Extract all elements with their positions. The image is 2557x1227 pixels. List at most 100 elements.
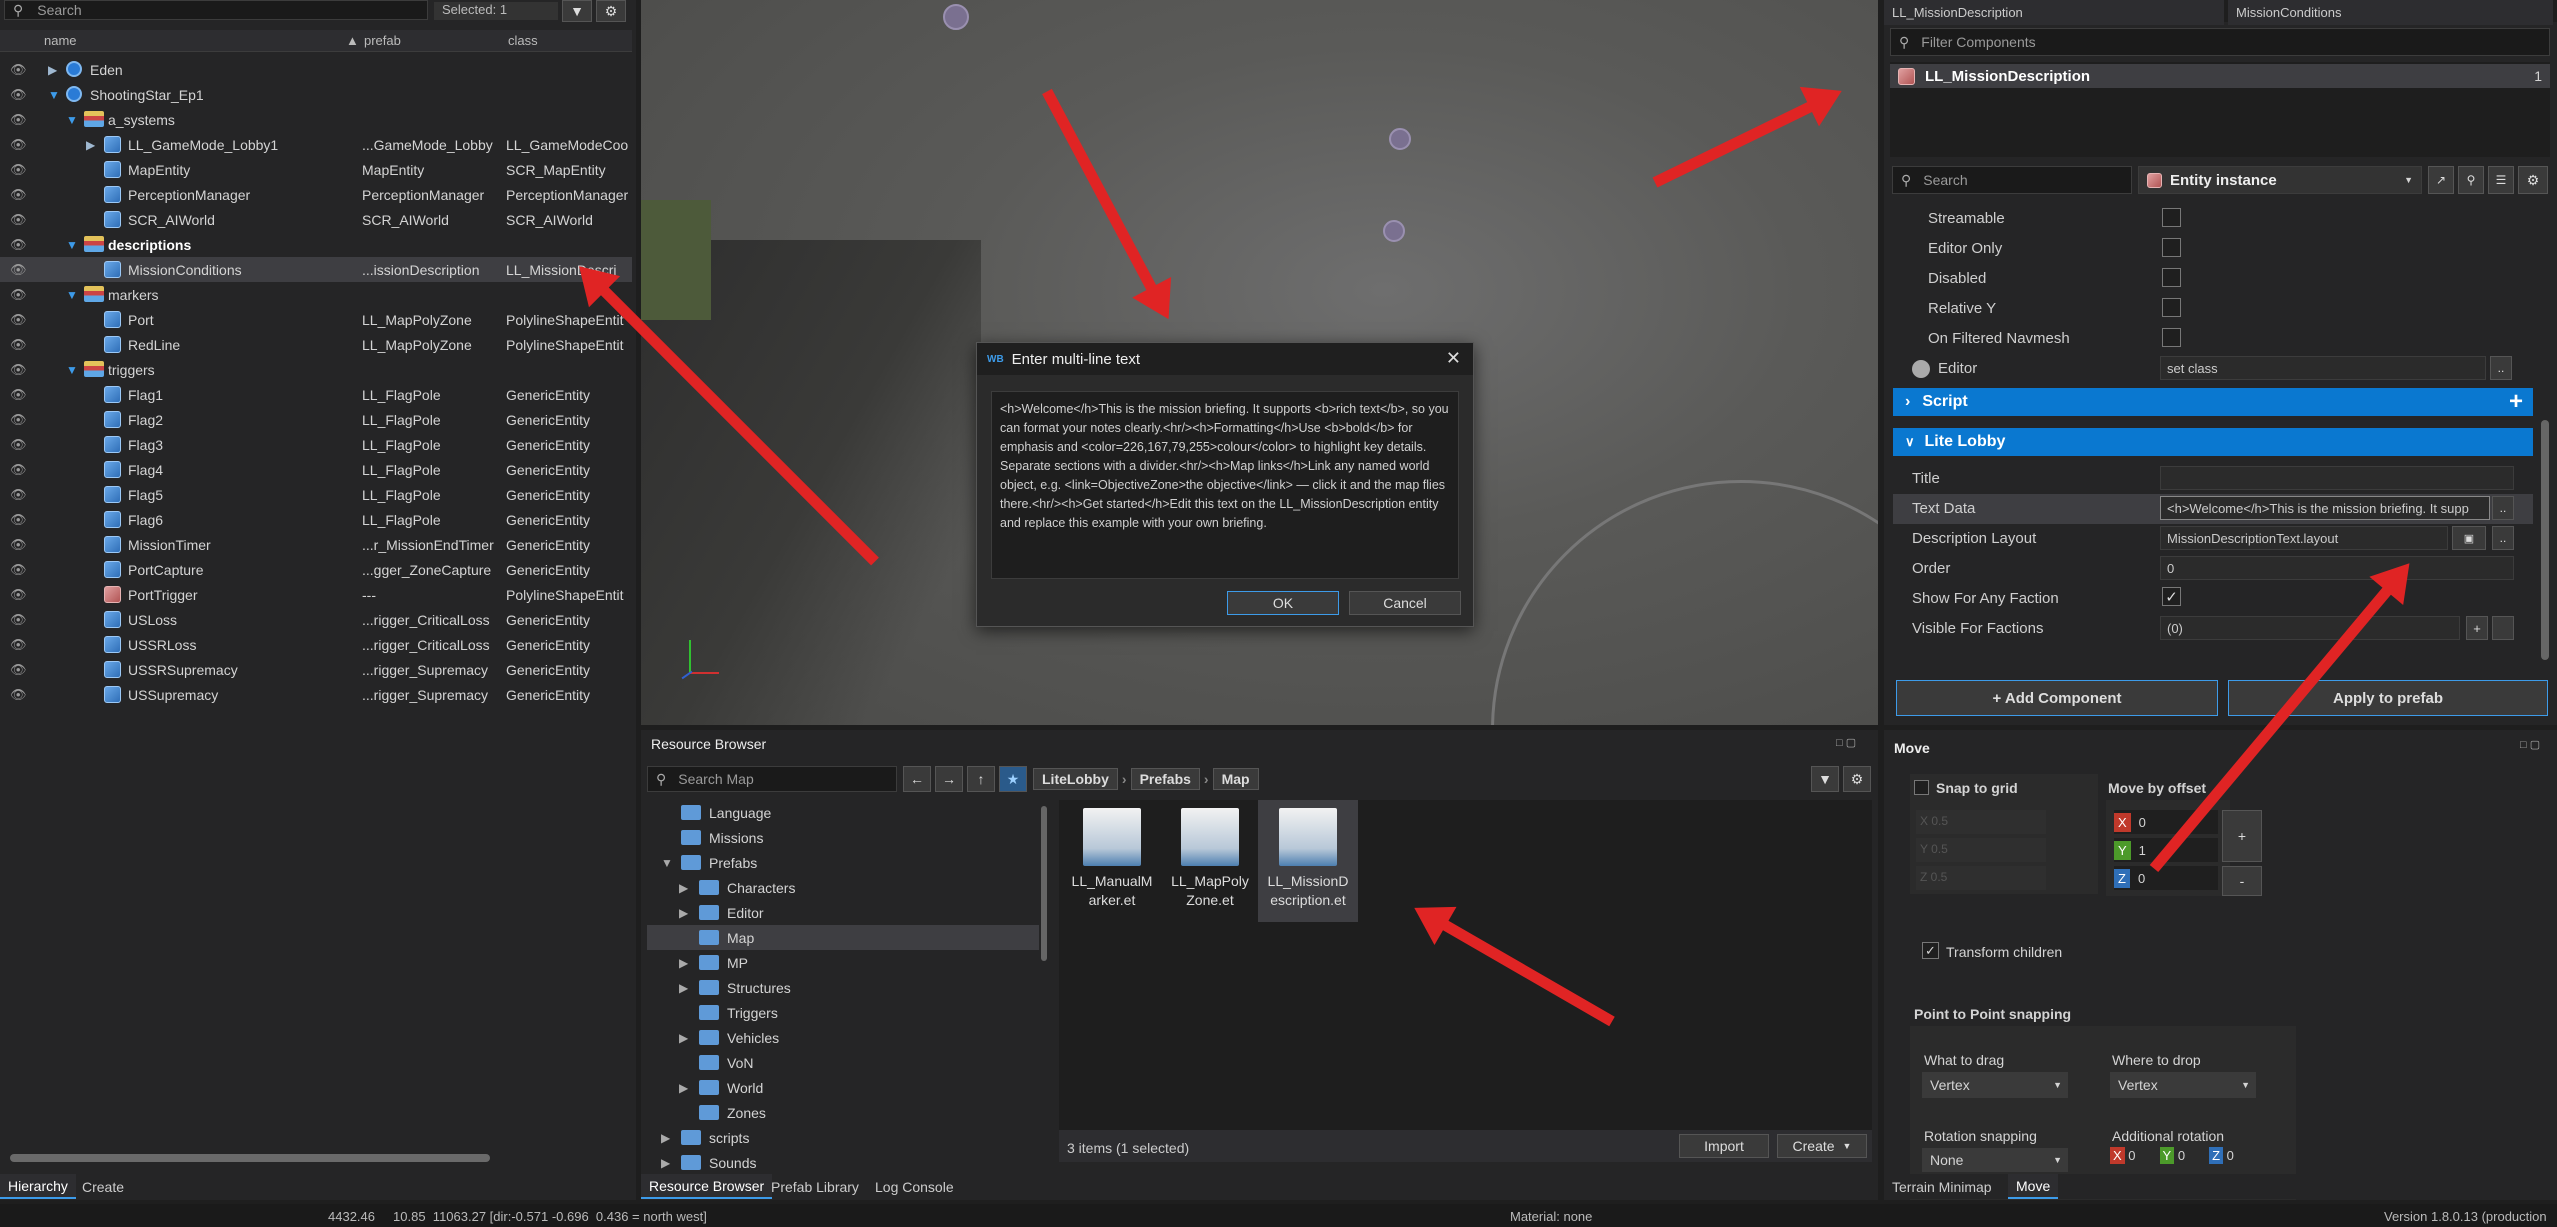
visibility-eye-icon[interactable]: 👁: [10, 237, 27, 253]
hierarchy-row[interactable]: 👁 USSRLoss ...rigger_CriticalLoss GenericEn…: [0, 632, 632, 657]
resource-search-input[interactable]: ⚲ Search Map: [647, 766, 897, 792]
visibility-eye-icon[interactable]: 👁: [10, 562, 27, 578]
expand-closed-icon[interactable]: ▶: [661, 1131, 670, 1145]
transform-children-checkbox[interactable]: ✓: [1922, 942, 1939, 959]
create-button[interactable]: Create ▼: [1777, 1134, 1867, 1158]
text-data-more-button[interactable]: ..: [2492, 496, 2514, 520]
settings-button[interactable]: ⚙: [596, 0, 626, 22]
filter-button[interactable]: ▼: [562, 0, 592, 22]
snap-to-grid-checkbox[interactable]: [1914, 780, 1929, 795]
visibility-eye-icon[interactable]: 👁: [10, 512, 27, 528]
breadcrumb-item[interactable]: LiteLobby: [1033, 768, 1118, 790]
filter-components-input[interactable]: ⚲ Filter Components: [1890, 28, 2550, 56]
folder-tree-item[interactable]: Language: [647, 800, 1039, 825]
expand-closed-icon[interactable]: ▶: [86, 138, 95, 152]
back-button[interactable]: ←: [903, 766, 931, 792]
editor-only-checkbox[interactable]: [2162, 238, 2181, 257]
visibility-eye-icon[interactable]: 👁: [10, 62, 27, 78]
breadcrumb-item[interactable]: Prefabs: [1130, 768, 1200, 790]
tab-terrain-minimap[interactable]: Terrain Minimap: [1884, 1174, 2000, 1199]
hierarchy-row[interactable]: 👁 Port LL_MapPolyZone PolylineShapeEntit: [0, 307, 632, 332]
expand-closed-icon[interactable]: ▶: [48, 63, 57, 77]
folder-tree-item[interactable]: ▶ Structures: [647, 975, 1039, 1000]
hierarchy-button[interactable]: ☰: [2488, 166, 2514, 194]
hierarchy-row[interactable]: 👁 Flag3 LL_FlagPole GenericEntity: [0, 432, 632, 457]
asset-item[interactable]: LL_MapPoly Zone.et: [1160, 800, 1260, 910]
visibility-eye-icon[interactable]: 👁: [10, 187, 27, 203]
tab-ll-missiondescription[interactable]: LL_MissionDescription: [1884, 0, 2224, 25]
asset-item[interactable]: LL_ManualM arker.et: [1062, 800, 1162, 910]
order-field[interactable]: 0: [2160, 556, 2514, 580]
tab-create[interactable]: Create: [74, 1174, 132, 1199]
expand-open-icon[interactable]: ▼: [48, 88, 60, 102]
lite-lobby-section[interactable]: ∨ Lite Lobby: [1893, 428, 2533, 456]
dialog-textarea[interactable]: <h>Welcome</h>This is the mission briefi…: [991, 391, 1459, 579]
folder-tree-item[interactable]: ▶ scripts: [647, 1125, 1039, 1150]
visibility-eye-icon[interactable]: 👁: [10, 537, 27, 553]
folder-tree-item[interactable]: Missions: [647, 825, 1039, 850]
visibility-eye-icon[interactable]: 👁: [10, 162, 27, 178]
visibility-eye-icon[interactable]: 👁: [10, 462, 27, 478]
find-button[interactable]: ⚲: [2458, 166, 2484, 194]
expand-closed-icon[interactable]: ▶: [679, 906, 688, 920]
visibility-eye-icon[interactable]: 👁: [10, 212, 27, 228]
visibility-eye-icon[interactable]: 👁: [10, 412, 27, 428]
hierarchy-row[interactable]: 👁 PortCapture ...gger_ZoneCapture GenericEn…: [0, 557, 632, 582]
visibility-eye-icon[interactable]: 👁: [10, 437, 27, 453]
rot-y-field[interactable]: Y 0: [2159, 1147, 2185, 1172]
hierarchy-row[interactable]: 👁 Flag6 LL_FlagPole GenericEntity: [0, 507, 632, 532]
visibility-eye-icon[interactable]: 👁: [10, 362, 27, 378]
rot-z-field[interactable]: Z 0: [2209, 1147, 2234, 1172]
editor-class-field[interactable]: set class: [2160, 356, 2486, 380]
hierarchy-row[interactable]: 👁 ▶ LL_GameMode_Lobby1 ...GameMode_Lobby LL_…: [0, 132, 632, 157]
ok-button[interactable]: OK: [1227, 591, 1339, 615]
hierarchy-row[interactable]: 👁 PortTrigger --- PolylineShapeEntit: [0, 582, 632, 607]
visibility-eye-icon[interactable]: 👁: [10, 662, 27, 678]
add-component-button[interactable]: + Add Component: [1896, 680, 2218, 716]
script-section[interactable]: › Script +: [1893, 388, 2533, 416]
hierarchy-row[interactable]: 👁 PerceptionManager PerceptionManager Perce…: [0, 182, 632, 207]
expand-open-icon[interactable]: ▼: [66, 363, 78, 377]
hierarchy-row[interactable]: 👁 ▼ descriptions: [0, 232, 632, 257]
tab-prefab-library[interactable]: Prefab Library: [763, 1174, 867, 1199]
visibility-eye-icon[interactable]: 👁: [10, 487, 27, 503]
disabled-checkbox[interactable]: [2162, 268, 2181, 287]
visibility-eye-icon[interactable]: 👁: [10, 637, 27, 653]
apply-to-prefab-button[interactable]: Apply to prefab: [2228, 680, 2548, 716]
description-layout-field[interactable]: MissionDescriptionText.layout: [2160, 526, 2448, 550]
tab-hierarchy[interactable]: Hierarchy: [0, 1174, 76, 1199]
rotation-snapping-select[interactable]: None ▼: [1922, 1148, 2068, 1172]
forward-button[interactable]: →: [935, 766, 963, 792]
visibility-eye-icon[interactable]: 👁: [10, 112, 27, 128]
hierarchy-row[interactable]: 👁 SCR_AIWorld SCR_AIWorld SCR_AIWorld: [0, 207, 632, 232]
inspector-settings-button[interactable]: ⚙: [2518, 166, 2548, 194]
on-filtered-navmesh-checkbox[interactable]: [2162, 328, 2181, 347]
visibility-eye-icon[interactable]: 👁: [10, 87, 27, 103]
expand-closed-icon[interactable]: ▶: [679, 956, 688, 970]
column-prefab[interactable]: prefab: [364, 33, 401, 48]
flag-marker-icon[interactable]: [1389, 128, 1411, 150]
folder-tree-item[interactable]: ▶ Vehicles: [647, 1025, 1039, 1050]
tab-log-console[interactable]: Log Console: [867, 1174, 962, 1199]
visibility-eye-icon[interactable]: 👁: [10, 312, 27, 328]
add-faction-button[interactable]: +: [2466, 616, 2488, 640]
folder-tree-item[interactable]: ▶ MP: [647, 950, 1039, 975]
cancel-button[interactable]: Cancel: [1349, 591, 1461, 615]
visibility-eye-icon[interactable]: 👁: [10, 587, 27, 603]
folder-tree-item[interactable]: Map: [647, 925, 1039, 950]
tab-move[interactable]: Move: [2008, 1174, 2059, 1199]
folder-tree-item[interactable]: ▶ Characters: [647, 875, 1039, 900]
expand-open-icon[interactable]: ▼: [661, 856, 673, 870]
visible-for-factions-field[interactable]: (0): [2160, 616, 2460, 640]
offset-z-field[interactable]: Z0: [2114, 866, 2218, 890]
hierarchy-row[interactable]: 👁 Flag5 LL_FlagPole GenericEntity: [0, 482, 632, 507]
tab-resource-browser[interactable]: Resource Browser: [641, 1174, 773, 1199]
streamable-checkbox[interactable]: [2162, 208, 2181, 227]
visibility-eye-icon[interactable]: 👁: [10, 387, 27, 403]
folder-tree-item[interactable]: ▶ Sounds: [647, 1150, 1039, 1175]
hierarchy-row[interactable]: 👁 USSRSupremacy ...rigger_Supremacy Generic…: [0, 657, 632, 682]
hierarchy-row[interactable]: 👁 ▼ ShootingStar_Ep1: [0, 82, 632, 107]
expand-open-icon[interactable]: ▼: [66, 288, 78, 302]
hierarchy-search-input[interactable]: ⚲ Search: [4, 0, 428, 20]
open-external-button[interactable]: ↗: [2428, 166, 2454, 194]
